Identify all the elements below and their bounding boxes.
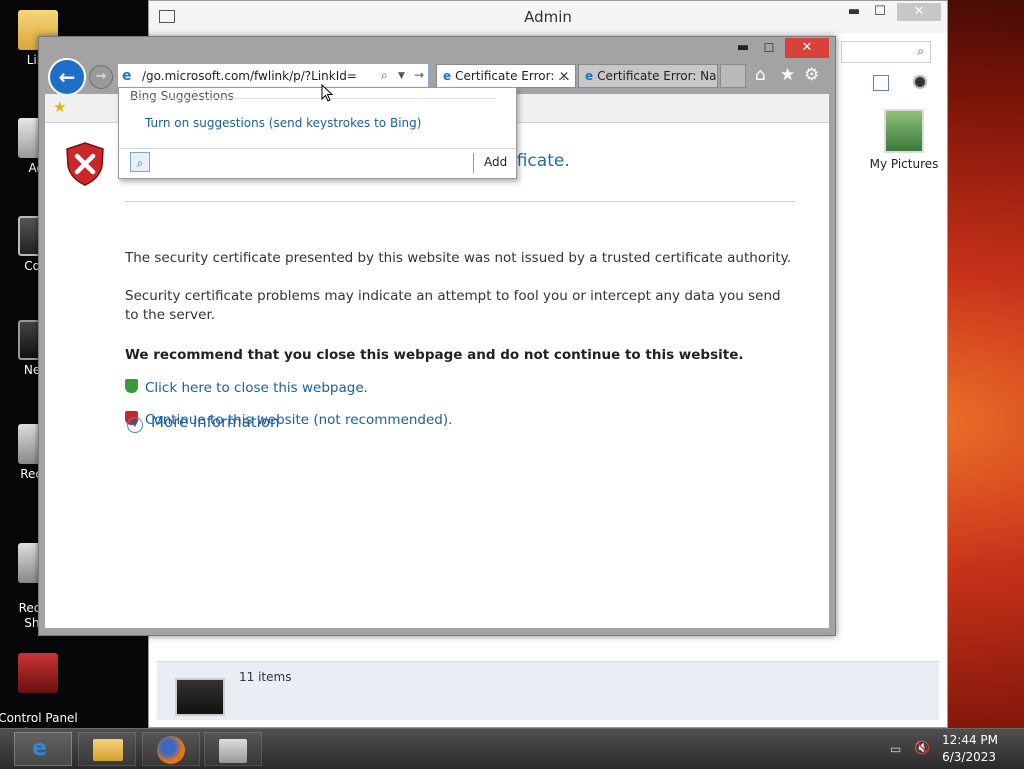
divider	[119, 148, 516, 149]
app-icon	[219, 739, 247, 763]
mouse-cursor-icon	[321, 84, 333, 102]
address-url[interactable]: /go.microsoft.com/fwlink/p/?LinkId=25514…	[142, 69, 356, 83]
ie-logo-icon: e	[122, 68, 132, 84]
items-count: 11 items	[239, 670, 292, 684]
recommendation-text: We recommend that you close this webpage…	[125, 347, 744, 363]
body-text-2: Security certificate problems may indica…	[125, 288, 781, 323]
home-icon[interactable]: ⌂	[755, 65, 766, 85]
minimize-button[interactable]: ▬	[841, 3, 867, 21]
back-button[interactable]: ←	[48, 58, 86, 96]
green-shield-icon	[125, 379, 138, 393]
explorer-titlebar: Admin ▬ ☐ ✕	[149, 1, 947, 33]
forward-button[interactable]: →	[89, 65, 113, 89]
ie-maximize-button[interactable]: ☐	[757, 38, 781, 58]
taskbar-explorer-button[interactable]	[78, 732, 136, 766]
page-content: ificate. The security certificate presen…	[45, 123, 829, 628]
divider	[473, 153, 474, 173]
shield-error-icon	[66, 142, 104, 186]
clock-time: 12:44 PM	[942, 733, 998, 747]
media-icon[interactable]	[913, 75, 927, 89]
body-text-1: The security certificate presented by th…	[125, 250, 792, 266]
dropdown-arrow-icon[interactable]: ▼	[398, 71, 405, 81]
forward-arrow-icon: →	[95, 69, 107, 84]
divider	[130, 98, 496, 99]
taskbar-app-button[interactable]	[204, 732, 262, 766]
pictures-folder-icon	[884, 109, 924, 153]
back-arrow-icon: ←	[58, 65, 76, 89]
folder-item-my-pictures[interactable]: My Pictures	[869, 109, 939, 171]
more-information-toggle[interactable]: ▼ More information	[127, 413, 280, 433]
desktop-icon-control-panel[interactable]: Control Panel - Shortcut	[0, 638, 78, 741]
taskbar-ie-button[interactable]: e	[14, 732, 72, 766]
tab-label: Certificate Error: Na...	[597, 69, 718, 83]
new-tab-button[interactable]	[720, 64, 746, 88]
maximize-button[interactable]: ☐	[867, 3, 893, 21]
clock-date: 6/3/2023	[942, 750, 996, 764]
more-information-label: More information	[151, 413, 280, 431]
close-webpage-link[interactable]: Click here to close this webpage.	[125, 379, 368, 396]
volume-muted-icon[interactable]: 🔇	[914, 741, 930, 756]
explorer-content-pane: My Pictures	[863, 75, 939, 619]
tab-label: Certificate Error: ...	[455, 69, 570, 83]
address-bar[interactable]: e /go.microsoft.com/fwlink/p/?LinkId=255…	[117, 63, 429, 89]
explorer-search-box[interactable]: ⌕	[841, 41, 931, 63]
ie-logo-icon: e	[585, 69, 594, 83]
search-icon: ⌕	[917, 44, 924, 58]
divider	[125, 201, 795, 202]
ie-logo-icon: e	[443, 69, 452, 83]
tab-close-icon[interactable]: ✕	[559, 65, 569, 87]
control-panel-icon	[18, 653, 58, 693]
ie-close-button[interactable]: ✕	[785, 38, 829, 58]
address-suggestions-dropdown: Bing Suggestions Turn on suggestions (se…	[118, 87, 517, 179]
network-tray-icon[interactable]: ▭	[890, 742, 901, 756]
add-button[interactable]: Add	[484, 155, 507, 169]
explorer-title: Admin	[524, 8, 572, 26]
view-pane-icon[interactable]	[873, 75, 889, 91]
close-webpage-label: Click here to close this webpage.	[145, 380, 368, 396]
suggestions-title: Bing Suggestions	[130, 89, 234, 103]
go-arrow-icon[interactable]: →	[414, 68, 424, 82]
folder-item-label: My Pictures	[869, 157, 939, 171]
page-heading: ificate.	[512, 151, 570, 171]
search-icon[interactable]: ⌕	[381, 68, 388, 83]
ie-minimize-button[interactable]: ▬	[731, 38, 755, 58]
tab-certificate-error-active[interactable]: e Certificate Error: ... ✕	[436, 64, 576, 88]
close-button[interactable]: ✕	[897, 3, 941, 21]
gear-icon[interactable]: ⚙	[804, 65, 819, 85]
favorites-star-icon[interactable]: ★	[780, 65, 795, 85]
drive-icon	[175, 678, 225, 716]
explorer-details-pane: 11 items	[157, 661, 939, 720]
taskbar-firefox-button[interactable]	[142, 732, 200, 766]
add-favorite-icon[interactable]: ★	[53, 98, 66, 116]
folder-icon	[93, 739, 123, 761]
chevron-down-icon: ▼	[127, 417, 143, 433]
taskbar: e ▭ 🔇 12:44 PM 6/3/2023	[0, 728, 1024, 769]
turn-on-suggestions-link[interactable]: Turn on suggestions (send keystrokes to …	[145, 116, 421, 130]
firefox-icon	[157, 736, 185, 764]
search-provider-icon[interactable]: ⌕	[130, 152, 150, 172]
tab-certificate-error[interactable]: e Certificate Error: Na...	[578, 64, 718, 88]
ie-logo-icon: e	[32, 736, 47, 761]
